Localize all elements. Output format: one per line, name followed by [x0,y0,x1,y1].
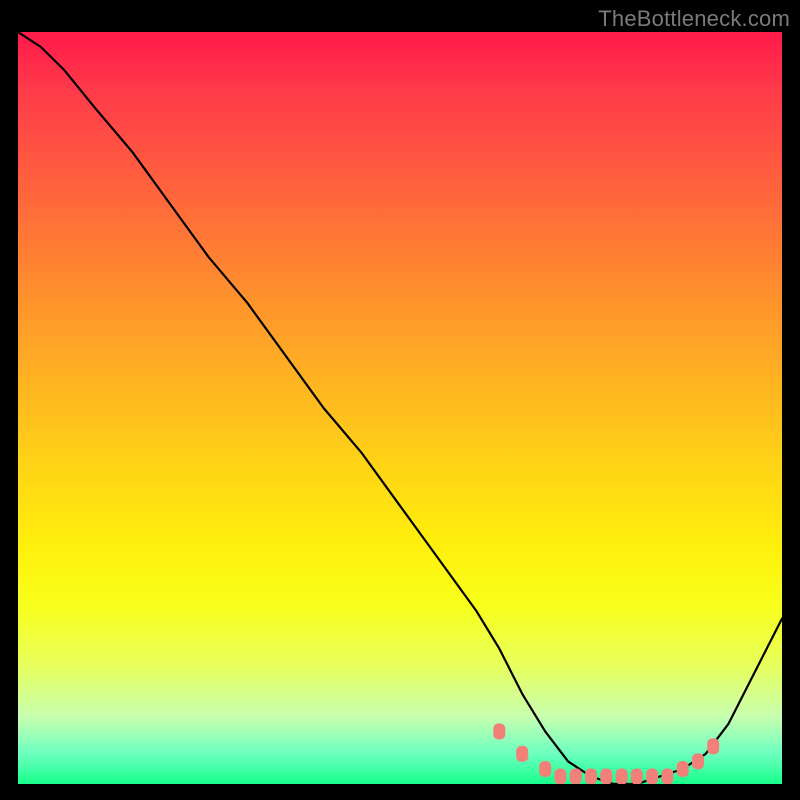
marker-dot [646,769,658,785]
chart-outer: TheBottleneck.com [0,0,800,800]
marker-dot [692,753,704,769]
marker-dot [493,723,505,739]
marker-dot [516,746,528,762]
marker-dot [539,761,551,777]
marker-dot [570,769,582,785]
marker-dot [677,761,689,777]
marker-dot [600,769,612,785]
watermark-text: TheBottleneck.com [598,6,790,32]
marker-dot [585,769,597,785]
dotted-band [493,723,719,784]
marker-dot [554,769,566,785]
marker-dot [707,738,719,754]
marker-dot [631,769,643,785]
marker-dot [661,769,673,785]
curve-layer [18,32,782,784]
plot-area [18,32,782,784]
bottleneck-curve [18,32,782,784]
marker-dot [616,769,628,785]
